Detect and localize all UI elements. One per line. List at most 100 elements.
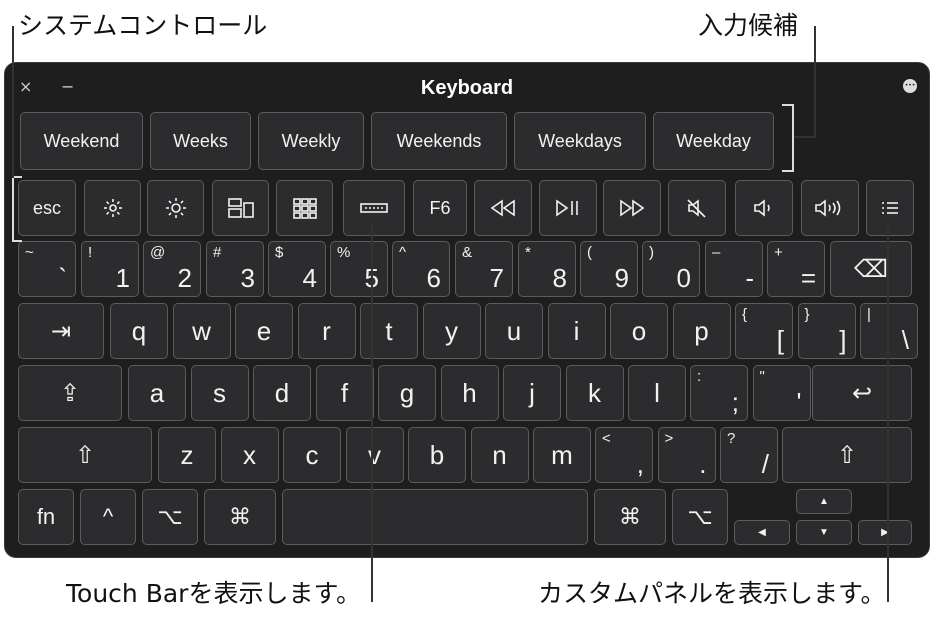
right-shift-key[interactable]: ⇧ <box>782 427 912 483</box>
fast-forward-key[interactable] <box>603 180 661 236</box>
suggestion-2[interactable]: Weeks <box>150 112 251 170</box>
key-l[interactable]: l <box>628 365 686 421</box>
suggestion-6[interactable]: Weekday <box>653 112 774 170</box>
key-6-shift-label: ^ <box>399 244 407 261</box>
suggestion-4[interactable]: Weekends <box>371 112 507 170</box>
key-e[interactable]: e <box>235 303 293 359</box>
key-s[interactable]: s <box>190 365 249 421</box>
down-arrow-key[interactable]: ▼ <box>796 520 852 545</box>
control-key[interactable]: ^ <box>80 489 136 545</box>
key-5[interactable]: %5 <box>330 241 388 297</box>
window-title: Keyboard <box>420 77 514 99</box>
key-3-label: 3 <box>240 263 255 293</box>
key-w[interactable]: w <box>172 303 231 359</box>
left-arrow-key[interactable]: ◀ <box>734 520 790 545</box>
key-t[interactable]: t <box>360 303 418 359</box>
key-f[interactable]: f <box>315 365 374 421</box>
key-d[interactable]: d <box>253 365 311 421</box>
key-g[interactable]: g <box>378 365 436 421</box>
delete-key[interactable]: ⌫ <box>830 241 912 297</box>
key-3[interactable]: #3 <box>206 241 264 297</box>
key-slash[interactable]: ? / <box>720 427 778 483</box>
key-r[interactable]: r <box>297 303 356 359</box>
key-=[interactable]: + = <box>767 241 825 297</box>
launchpad-key[interactable] <box>276 180 333 236</box>
options-menu-icon[interactable]: ••• <box>903 79 917 93</box>
left-command-key[interactable]: ⌘ <box>204 489 276 545</box>
brightness-up-key[interactable] <box>147 180 204 236</box>
caps-lock-key[interactable]: ⇪ <box>18 365 122 421</box>
key-x[interactable]: x <box>220 427 279 483</box>
key--[interactable]: – - <box>705 241 763 297</box>
brightness-down-icon <box>101 196 125 220</box>
right-command-key[interactable]: ⌘ <box>594 489 666 545</box>
fn-key[interactable]: fn <box>18 489 74 545</box>
rewind-key[interactable] <box>474 180 532 236</box>
esc-key[interactable]: esc <box>18 180 76 236</box>
key-j[interactable]: j <box>503 365 561 421</box>
left-option-key[interactable]: ⌥ <box>142 489 198 545</box>
tab-key[interactable]: ⇥ <box>18 303 104 359</box>
key-p[interactable]: p <box>672 303 731 359</box>
key-h[interactable]: h <box>440 365 499 421</box>
play-pause-key[interactable] <box>539 180 597 236</box>
mute-key[interactable] <box>668 180 726 236</box>
key-semicolon[interactable]: :; <box>690 365 748 421</box>
touch-bar-key[interactable] <box>343 180 405 236</box>
key-i[interactable]: i <box>547 303 606 359</box>
key-b[interactable]: b <box>408 427 466 483</box>
key-v-label: v <box>368 439 381 470</box>
key-c[interactable]: c <box>283 427 341 483</box>
launchpad-icon <box>292 197 318 219</box>
key-u[interactable]: u <box>485 303 543 359</box>
key-9[interactable]: (9 <box>580 241 638 297</box>
left-shift-key[interactable]: ⇧ <box>18 427 152 483</box>
key-6[interactable]: ^ 6 <box>392 241 450 297</box>
volume-up-key[interactable] <box>801 180 859 236</box>
key-4-shift-label: $ <box>275 244 284 261</box>
key-close-bracket[interactable]: }] <box>797 303 856 359</box>
right-option-key[interactable]: ⌥ <box>672 489 728 545</box>
key-e-label: e <box>256 315 272 346</box>
key-1[interactable]: ! 1 <box>81 241 139 297</box>
key-n[interactable]: n <box>470 427 529 483</box>
f6-key[interactable]: F6 <box>413 180 467 236</box>
brightness-down-key[interactable] <box>84 180 141 236</box>
key-comma[interactable]: <, <box>595 427 653 483</box>
key-quote[interactable]: " ' <box>752 365 811 421</box>
suggestion-1[interactable]: Weekend <box>20 112 143 170</box>
key-backslash[interactable]: | \ <box>860 303 918 359</box>
key-7[interactable]: & 7 <box>455 241 513 297</box>
space-key[interactable] <box>282 489 588 545</box>
key-semicolon-label: ; <box>731 387 739 417</box>
return-key[interactable]: ↩ <box>812 365 912 421</box>
key-m[interactable]: m <box>533 427 591 483</box>
up-arrow-key[interactable]: ▲ <box>796 489 852 514</box>
volume-down-key[interactable] <box>735 180 793 236</box>
key-4[interactable]: $4 <box>268 241 326 297</box>
key-open-bracket[interactable]: {[ <box>735 303 793 359</box>
key---shift-label: – <box>712 244 721 261</box>
right-arrow-key[interactable]: ▶ <box>858 520 912 545</box>
suggestion-label: Weekly <box>281 130 341 151</box>
suggestion-5[interactable]: Weekdays <box>514 112 646 170</box>
mission-control-key[interactable] <box>212 180 269 236</box>
key-0[interactable]: ) 0 <box>642 241 700 297</box>
key-q[interactable]: q <box>110 303 168 359</box>
custom-panel-key[interactable] <box>866 180 914 236</box>
key-a[interactable]: a <box>128 365 186 421</box>
key-period[interactable]: >. <box>657 427 716 483</box>
leader-suggestions <box>814 26 816 136</box>
key-y[interactable]: y <box>422 303 481 359</box>
suggestion-3[interactable]: Weekly <box>258 112 364 170</box>
key-v[interactable]: v <box>345 427 404 483</box>
key-z[interactable]: z <box>158 427 216 483</box>
key-n-label: n <box>492 439 507 470</box>
key-9-label: 9 <box>614 263 629 293</box>
key-`[interactable]: ~ ` <box>18 241 76 297</box>
key-k[interactable]: k <box>565 365 624 421</box>
key-8[interactable]: * 8 <box>518 241 576 297</box>
key-o[interactable]: o <box>610 303 668 359</box>
suggestion-label: Weekday <box>676 130 751 151</box>
key-2[interactable]: @2 <box>143 241 201 297</box>
